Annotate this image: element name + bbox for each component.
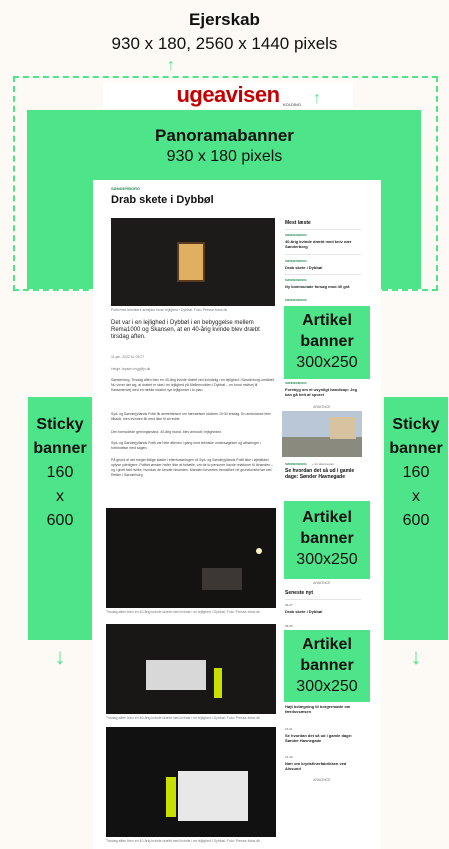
- annonce-label-3: ANNONCE: [313, 778, 331, 782]
- artikel-banner-3: Artikel banner 300x250: [284, 630, 370, 702]
- sticky-banner-left: Sticky banner 160 x 600: [28, 397, 92, 640]
- sticky-banner-right: Sticky banner 160 x 600: [384, 397, 448, 640]
- sidebar-item-cat: SØNDERBORG: [285, 298, 307, 302]
- sticky-width: 160: [46, 464, 74, 481]
- artikel-label: Artikel: [302, 636, 352, 653]
- news-link[interactable]: Nær om krydsfinerfabrikken ved Alssund: [285, 761, 361, 771]
- most-read-heading: Mest læste: [285, 220, 311, 226]
- light-shape: [256, 548, 262, 554]
- arrow-up-icon-2: ↑: [313, 90, 321, 107]
- article-category: SØNDERBORG: [111, 186, 141, 191]
- divider: [285, 229, 361, 230]
- feature-category: SØNDERBORG: [285, 462, 307, 466]
- divider: [285, 254, 361, 255]
- window-shape: [177, 242, 205, 282]
- divider: [285, 599, 361, 600]
- article-photo-3: [106, 624, 276, 714]
- article-photo-1: [111, 218, 275, 306]
- officer-shape: [214, 668, 222, 698]
- photo-caption-1: Politi med teknikere arbejder foran lejl…: [111, 308, 228, 312]
- sidebar-item-link[interactable]: 40-årig kvinde dræbt med kniv nær Sønder…: [285, 239, 361, 249]
- news-time: 14.49: [285, 755, 293, 759]
- artikel-label: Artikel: [302, 312, 352, 329]
- sticky-label: Sticky: [392, 416, 440, 433]
- house-shape: [330, 417, 356, 439]
- banner-label: banner: [300, 530, 354, 547]
- size-label: 300x250: [296, 551, 358, 568]
- article-author: Helge Jepsen hvjg@jv.dk: [111, 367, 151, 371]
- arrow-down-icon: ↓: [54, 644, 66, 669]
- feature-tag: + for abonnenter: [312, 462, 335, 466]
- ejerskab-size: 930 x 180, 2560 x 1440 pixels: [111, 34, 338, 53]
- sidebar-item-cat: SØNDERBORG: [285, 233, 307, 237]
- photo-caption-2: Tirsdag aften blev en 40-årig kvinde dræ…: [106, 610, 260, 614]
- size-label: 300x250: [296, 354, 358, 371]
- sticky-height: 600: [402, 512, 430, 529]
- sidebar-item-link[interactable]: Drab skete i Dybbøl: [285, 265, 361, 270]
- panorama-size: 930 x 180 pixels: [166, 148, 283, 165]
- police-van-shape: [146, 660, 206, 690]
- artikel-label: Artikel: [302, 509, 352, 526]
- article-date: 11 jan. 2022 kl. 09:27: [111, 355, 145, 359]
- sidebar-item-link[interactable]: Ny kommunale forsøg mod 40 grå: [285, 284, 361, 289]
- sticky-height: 600: [46, 512, 74, 529]
- arrow-down-icon: ↓: [410, 644, 422, 669]
- sidebar-item-cat: SØNDERBORG: [285, 381, 307, 385]
- article-photo-2: [106, 508, 276, 608]
- sticky-width: 160: [402, 464, 430, 481]
- news-time: 09.27: [285, 603, 293, 607]
- logo-sub: KOLDING: [282, 102, 301, 107]
- news-time: 15.31: [285, 727, 293, 731]
- photo-caption-3: Tirsdag aften blev en 40-årig kvinde dræ…: [106, 716, 260, 720]
- article-lead: Det var i en lejlighed i Dybbøl i en beb…: [111, 320, 260, 340]
- news-link[interactable]: Drab skete i Dybbøl: [285, 609, 322, 614]
- article-paragraph-2: Syd- og Sønderjyllands Politi fik anmeld…: [111, 412, 271, 421]
- officer-shape-2: [166, 777, 176, 817]
- annonce-label-2: ANNONCE: [313, 581, 331, 585]
- size-label: 300x250: [296, 678, 358, 695]
- news-link[interactable]: Højt belægning til borgermøde om færdsvs…: [285, 704, 361, 714]
- article-title: Drab skete i Dybbøl: [111, 194, 214, 206]
- artikel-banner-2: Artikel banner 300x250: [284, 501, 370, 579]
- sticky-x: x: [412, 488, 420, 505]
- sidebar-item-cat: SØNDERBORG: [285, 259, 307, 263]
- sidebar-item-cat: SØNDERBORG: [285, 278, 307, 282]
- annonce-label: ANNONCE: [313, 405, 331, 409]
- banner-label: banner: [300, 657, 354, 674]
- ejerskab-title: Ejerskab: [189, 10, 260, 29]
- divider: [285, 274, 361, 275]
- sidebar-item-link[interactable]: Forebyg om et usynligt handicap: Jeg kan…: [285, 387, 361, 397]
- panorama-right-wing: [381, 180, 421, 289]
- sticky-x: x: [56, 488, 64, 505]
- sticky-label: banner: [389, 440, 443, 457]
- sticky-label: banner: [33, 440, 87, 457]
- feature-photo: [282, 411, 362, 457]
- panorama-left-wing: [27, 180, 93, 289]
- photo-caption-4: Tirsdag aften blev en 40-årig kvinde dræ…: [106, 839, 260, 843]
- article-paragraph-1: Sønderborg: Tirsdag aften blev en 40-åri…: [111, 378, 275, 392]
- article-paragraph-4: Syd- og Sønderjyllands Politi var hele a…: [111, 441, 261, 450]
- panorama-title: Panoramabanner: [155, 126, 294, 145]
- article-paragraph-3: Den formodede gerningsmand, 40-årig mand…: [111, 430, 223, 434]
- police-van-shape-2: [178, 771, 248, 821]
- logo-text: ugeavisen: [176, 82, 280, 107]
- street-shape: [282, 437, 362, 457]
- banner-label: banner: [300, 333, 354, 350]
- news-link[interactable]: Se hvordan det så ud i gamle dage: Sønde…: [285, 733, 361, 743]
- article-paragraph-5: På grund af det meget tidlige stadie i e…: [111, 458, 274, 477]
- artikel-banner-1: Artikel banner 300x250: [284, 306, 370, 379]
- arrow-up-icon: ↑: [167, 57, 175, 74]
- seneste-heading: Seneste nyt: [285, 590, 314, 596]
- car-shape: [202, 568, 242, 590]
- news-time: 09.26: [285, 624, 293, 628]
- article-photo-4: [106, 727, 276, 837]
- sticky-label: Sticky: [36, 416, 84, 433]
- feature-title[interactable]: Se hvordan det så ud i gamle dage: Sønde…: [285, 468, 361, 480]
